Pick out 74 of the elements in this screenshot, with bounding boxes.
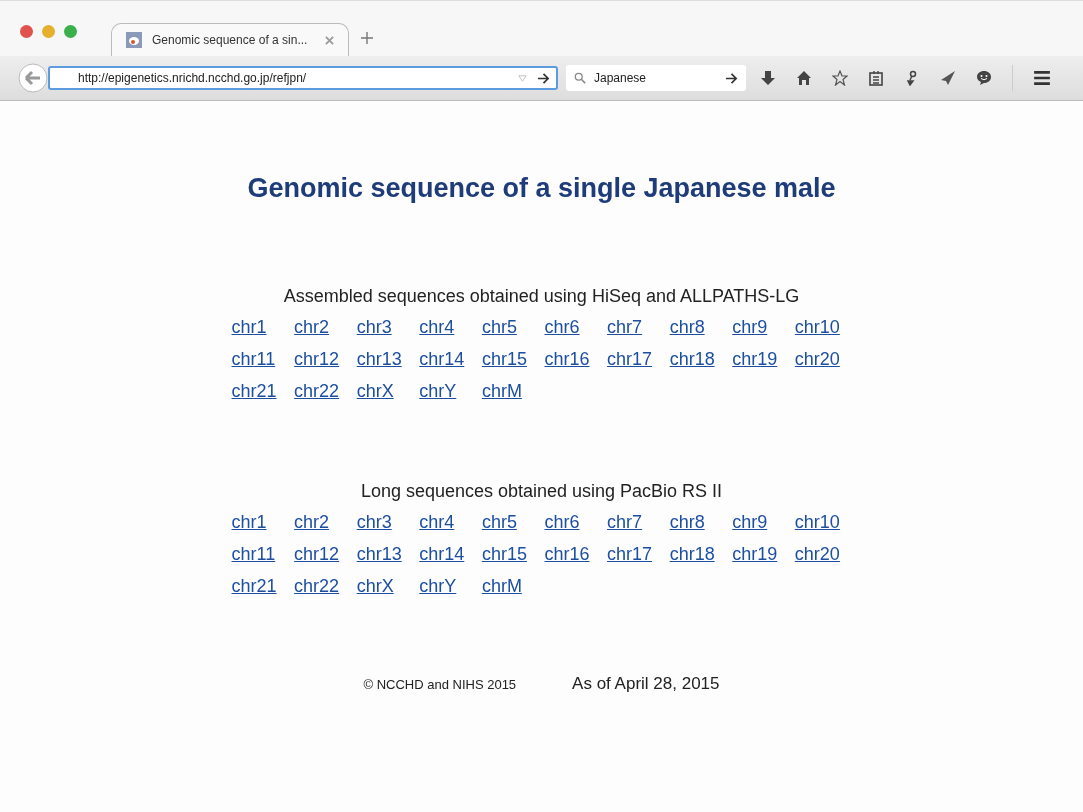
menu-icon[interactable]: [1033, 69, 1051, 87]
paper-plane-icon[interactable]: [940, 70, 956, 86]
chromosome-link[interactable]: chr20: [794, 347, 840, 371]
go-arrow-icon[interactable]: [537, 71, 550, 85]
chromosome-link[interactable]: chr19: [732, 542, 778, 566]
close-tab-icon[interactable]: [325, 35, 335, 45]
chromosome-link[interactable]: chr20: [794, 542, 840, 566]
chromosome-link[interactable]: chr8: [669, 315, 705, 339]
download-icon[interactable]: [760, 70, 776, 86]
star-icon[interactable]: [832, 70, 848, 86]
search-icon: [574, 72, 586, 84]
chromosome-link[interactable]: chr9: [732, 510, 768, 534]
chromosome-link[interactable]: chr10: [794, 510, 840, 534]
chromosome-link[interactable]: chrX: [356, 379, 394, 403]
favicon-icon: [126, 32, 142, 48]
chromosome-link[interactable]: chr7: [607, 510, 643, 534]
page-title: Genomic sequence of a single Japanese male: [247, 173, 836, 204]
address-field[interactable]: http://epigenetics.nrichd.ncchd.go.jp/refjpn/: [48, 66, 558, 90]
chromosome-link[interactable]: chr4: [419, 510, 455, 534]
chromosome-link[interactable]: chr7: [607, 315, 643, 339]
chromosome-link[interactable]: chrM: [481, 574, 522, 598]
chromosome-link[interactable]: chr13: [356, 542, 402, 566]
chromosome-link[interactable]: chr16: [544, 542, 590, 566]
chromosome-link[interactable]: chr16: [544, 347, 590, 371]
chromosome-link[interactable]: chr5: [481, 510, 517, 534]
chromosome-link[interactable]: chrY: [419, 379, 457, 403]
section-heading: Assembled sequences obtained using HiSeq and ALLPATHS-LG: [283, 286, 800, 307]
chromosome-link[interactable]: chr3: [356, 315, 392, 339]
chromosome-link[interactable]: chr2: [294, 315, 330, 339]
chromosome-link[interactable]: chr17: [607, 542, 653, 566]
section-heading: Long sequences obtained using PacBio RS II: [360, 481, 723, 502]
chromosome-link[interactable]: chr4: [419, 315, 455, 339]
close-window-button[interactable]: [20, 25, 33, 38]
chromosome-link[interactable]: chr17: [607, 347, 653, 371]
chromosome-link[interactable]: chrY: [419, 574, 457, 598]
chromosome-link[interactable]: chr6: [544, 315, 580, 339]
chromosome-link[interactable]: chr19: [732, 347, 778, 371]
back-button[interactable]: [18, 63, 48, 93]
chromosome-link[interactable]: chrM: [481, 379, 522, 403]
chromosome-link[interactable]: chr1: [231, 315, 267, 339]
browser-tab[interactable]: Genomic sequence of a sin...: [111, 23, 350, 56]
new-tab-icon[interactable]: [361, 32, 374, 44]
chromosome-link[interactable]: chr18: [669, 542, 715, 566]
chat-icon[interactable]: [976, 70, 992, 86]
date-text: As of April 28, 2015: [572, 674, 720, 694]
chromosome-link[interactable]: chr6: [544, 510, 580, 534]
reading-list-icon[interactable]: [868, 70, 884, 86]
chromosome-link[interactable]: chr12: [294, 347, 340, 371]
chromosome-link[interactable]: chr3: [356, 510, 392, 534]
copyright-text: © NCCHD and NIHS 2015: [363, 677, 517, 692]
chromosome-link[interactable]: chr2: [294, 510, 330, 534]
chromosome-link[interactable]: chr9: [732, 315, 768, 339]
chromosome-link[interactable]: chr11: [231, 542, 276, 566]
chromosome-link[interactable]: chr14: [419, 347, 465, 371]
chromosome-link[interactable]: chr15: [481, 347, 527, 371]
home-icon[interactable]: [796, 70, 812, 86]
chromosome-link[interactable]: chrX: [356, 574, 394, 598]
chromosome-link[interactable]: chr22: [294, 379, 340, 403]
chromosome-link[interactable]: chr1: [231, 510, 267, 534]
chromosome-link[interactable]: chr10: [794, 315, 840, 339]
chromosome-link[interactable]: chr21: [231, 379, 277, 403]
search-field[interactable]: Japanese: [566, 65, 746, 91]
chromosome-link[interactable]: chr12: [294, 542, 340, 566]
chromosome-link[interactable]: chr11: [231, 347, 276, 371]
chromosome-link[interactable]: chr8: [669, 510, 705, 534]
zoom-window-button[interactable]: [64, 25, 77, 38]
chromosome-link[interactable]: chr5: [481, 315, 517, 339]
chromosome-link[interactable]: chr18: [669, 347, 715, 371]
chromosome-link[interactable]: chr21: [231, 574, 277, 598]
chromosome-link[interactable]: chr14: [419, 542, 465, 566]
search-go-icon[interactable]: [725, 71, 738, 85]
chromosome-link[interactable]: chr13: [356, 347, 402, 371]
chromosome-link[interactable]: chr22: [294, 574, 340, 598]
chromosome-link[interactable]: chr15: [481, 542, 527, 566]
